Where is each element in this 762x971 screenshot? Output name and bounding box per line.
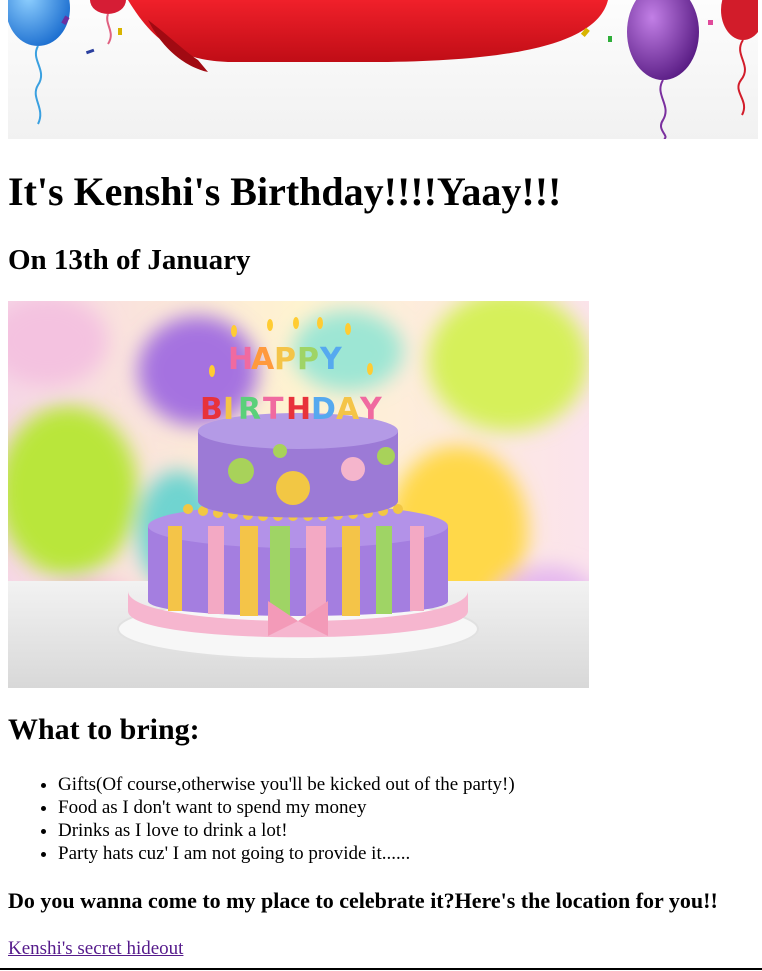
svg-text:H: H: [228, 342, 253, 377]
svg-text:H: H: [286, 392, 311, 427]
svg-text:I: I: [223, 392, 234, 427]
svg-text:Y: Y: [319, 342, 343, 377]
svg-text:P: P: [274, 342, 296, 377]
svg-text:D: D: [311, 392, 336, 427]
birthday-cake-image: H A P P Y B I R T H D A Y: [8, 301, 589, 688]
svg-text:A: A: [336, 392, 360, 427]
birthday-banner-image: [8, 0, 758, 139]
svg-text:P: P: [297, 342, 319, 377]
page-content: It's Kenshi's Birthday!!!!Yaay!!! On 13t…: [8, 0, 762, 960]
bring-list: Gifts(Of course,otherwise you'll be kick…: [8, 773, 762, 865]
invite-heading: Do you wanna come to my place to celebra…: [8, 888, 718, 913]
page-divider: [0, 968, 762, 970]
what-to-bring-heading: What to bring:: [8, 713, 200, 746]
svg-text:A: A: [251, 342, 275, 377]
list-item: Drinks as I love to drink a lot!: [58, 819, 762, 842]
svg-text:B: B: [200, 392, 223, 427]
svg-text:Y: Y: [359, 392, 383, 427]
svg-text:R: R: [238, 392, 261, 427]
location-link[interactable]: Kenshi's secret hideout: [8, 938, 183, 960]
list-item: Gifts(Of course,otherwise you'll be kick…: [58, 773, 762, 796]
page-title: It's Kenshi's Birthday!!!!Yaay!!!: [8, 169, 562, 214]
party-date-heading: On 13th of January: [8, 244, 251, 276]
list-item: Party hats cuz' I am not going to provid…: [58, 842, 762, 865]
list-item: Food as I don't want to spend my money: [58, 796, 762, 819]
svg-text:T: T: [263, 392, 284, 427]
